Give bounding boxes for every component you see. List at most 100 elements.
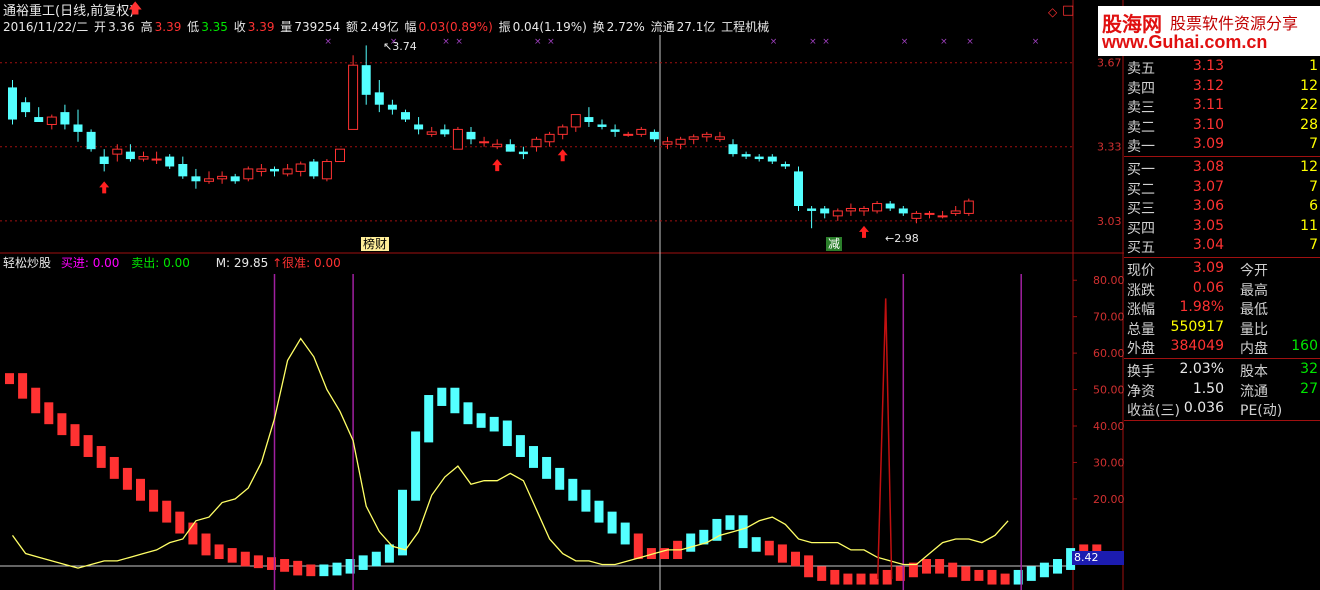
candle-body [767, 156, 777, 162]
stat-value-2: 27 [1300, 380, 1318, 397]
float-label: 流通 [650, 20, 675, 34]
high-value: 3.39 [154, 20, 182, 34]
bid-row[interactable]: 买五 3.04 7 [1124, 236, 1320, 256]
ask-row[interactable]: 卖二 3.10 28 [1124, 116, 1320, 136]
candle-body [845, 207, 856, 212]
quote-stat-row: 换手 2.03% 股本 32 [1124, 360, 1320, 380]
open-value: 3.36 [108, 20, 135, 34]
candle-body [714, 136, 725, 140]
event-tag-bangcai[interactable]: 榜财 [361, 237, 390, 251]
ask-row[interactable]: 卖五 3.13 1 [1124, 57, 1320, 77]
stat-label: 涨幅 [1127, 302, 1155, 319]
bid-row[interactable]: 买三 3.06 6 [1124, 197, 1320, 217]
indicator-bar [122, 467, 132, 490]
indicator-bar [319, 564, 329, 577]
quote-stat-row: 涨跌 0.06 最高 [1124, 279, 1320, 299]
candle-body [557, 126, 568, 135]
indicator-tick-label: 30.00 [1093, 456, 1125, 469]
candle-body [898, 208, 908, 214]
up-arrow-icon: 🡅 [128, 1, 143, 17]
quote-row-price: 3.08 [1192, 159, 1224, 175]
indicator-bars [5, 373, 1102, 585]
candle-body [570, 114, 581, 128]
indicator-bar [568, 478, 578, 501]
quote-row-price: 3.05 [1192, 217, 1224, 234]
open-label: 开 [94, 20, 107, 34]
indicator-bar [476, 413, 486, 428]
bid-row[interactable]: 买二 3.07 7 [1124, 178, 1320, 198]
indicator-bar [555, 467, 565, 490]
candle-body [832, 210, 843, 217]
quote-row-volume: 12 [1300, 77, 1318, 94]
ask-row[interactable]: 卖一 3.09 7 [1124, 135, 1320, 156]
amplitude-label: 振 [498, 20, 511, 34]
event-tag-jian[interactable]: 减 [826, 237, 843, 251]
quote-stat-row: 收益(三) 0.036 PE(动) [1124, 399, 1320, 419]
indicator-tick-label: 50.00 [1093, 384, 1125, 397]
signal-x-mark: × [966, 37, 974, 47]
indicator-bar [57, 413, 67, 436]
kline-chart-area[interactable]: × × × × × × × × × × × × × 3.673.333.0380.0070.0060.0… [0, 0, 1320, 590]
quote-row-label: 卖一 [1127, 139, 1155, 156]
signal-x-mark: × [1032, 37, 1040, 47]
quote-row-price: 3.13 [1192, 58, 1224, 74]
stat-value: 1.50 [1192, 380, 1224, 397]
low-label: 低 [187, 20, 200, 34]
candle-body [859, 207, 869, 212]
ask-row[interactable]: 卖四 3.12 12 [1124, 77, 1320, 97]
candle-body [401, 112, 410, 120]
candle-body [492, 143, 503, 148]
candlestick-series [8, 45, 974, 229]
indicator-bar [529, 446, 538, 468]
quote-row-volume: 7 [1309, 178, 1318, 195]
buy-arrow-icon [99, 181, 110, 194]
candle-body [937, 215, 948, 218]
signal-x-mark: × [809, 37, 817, 47]
indicator-bar [371, 551, 381, 567]
signal-x-mark: × [770, 37, 778, 47]
bid-row[interactable]: 买四 3.05 11 [1124, 217, 1320, 237]
change-label: 幅 [404, 20, 417, 34]
candle-body [34, 117, 44, 122]
stat-label-2: 量比 [1240, 321, 1268, 338]
amount-label: 额 [345, 20, 358, 34]
quote-row-label: 卖五 [1127, 61, 1155, 77]
quote-row-volume: 1 [1309, 58, 1318, 74]
candle-body [178, 164, 188, 177]
indicator-bar [31, 387, 41, 414]
indicator-tick-label: 20.00 [1093, 493, 1125, 506]
indicator-bar [149, 489, 159, 512]
site-banner: 股海网 股票软件资源分享 www.Guhai.com.cn [1098, 6, 1320, 56]
maximize-icon[interactable]: □ [1062, 4, 1074, 18]
spike-line [876, 298, 893, 580]
signal-x-mark: × [455, 37, 463, 47]
indicator-tick-label: 60.00 [1093, 347, 1125, 360]
candle-body [426, 131, 437, 135]
order-book-divider [1124, 156, 1320, 157]
hi-arrow-icon: ↑ [272, 256, 283, 270]
indicator-bar [293, 560, 303, 576]
quote-row-label: 卖二 [1127, 119, 1155, 136]
stat-label: 涨跌 [1127, 282, 1155, 299]
indicator-bar [777, 544, 787, 563]
candle-body [794, 171, 803, 206]
stat-label-2: 股本 [1240, 364, 1268, 380]
candle-body [963, 200, 974, 214]
high-label: 高 [140, 20, 153, 34]
quote-row-volume: 7 [1309, 237, 1318, 254]
indicator-bar [489, 416, 499, 432]
stat-value: 0.036 [1183, 400, 1224, 417]
turnover-label: 换 [592, 20, 605, 34]
diamond-icon[interactable]: ◇ [1048, 5, 1057, 19]
banner-url: www.Guhai.com.cn [1102, 32, 1268, 52]
indicator-name[interactable]: 轻松炒股 [3, 256, 51, 270]
m-line [11, 337, 1009, 569]
hi-label: 很准: [282, 256, 311, 270]
ask-row[interactable]: 卖三 3.11 22 [1124, 96, 1320, 116]
indicator-bar [830, 569, 840, 585]
candle-body [361, 65, 371, 95]
quote-stat-row: 净资 1.50 流通 27 [1124, 380, 1320, 400]
stat-label: 换手 [1127, 364, 1155, 380]
bid-row[interactable]: 买一 3.08 12 [1124, 158, 1320, 178]
quote-row-volume: 11 [1300, 217, 1318, 234]
